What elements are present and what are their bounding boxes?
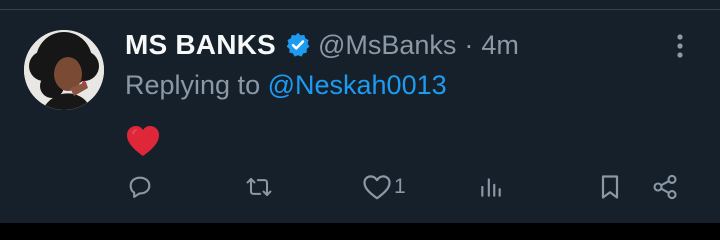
like-count: 1 — [394, 175, 406, 198]
tweet-reply[interactable]: MS BANKS @MsBanks · 4m Replying to @Nesk… — [0, 10, 720, 223]
bookmark-icon — [597, 173, 623, 201]
like-icon — [362, 173, 392, 201]
red-heart-emoji — [125, 123, 161, 159]
share-button[interactable] — [651, 170, 679, 204]
views-button[interactable] — [478, 170, 504, 204]
timestamp[interactable]: 4m — [481, 30, 519, 61]
tweet-actions: 1 — [0, 170, 720, 204]
verified-badge-icon — [284, 31, 312, 59]
handle[interactable]: @MsBanks — [318, 30, 456, 61]
bottom-strip — [0, 223, 720, 240]
replying-to-label: Replying to — [125, 70, 268, 100]
reply-icon — [126, 173, 154, 201]
replied-user-link[interactable]: @Neskah0013 — [268, 70, 447, 100]
tweet-header: MS BANKS @MsBanks · 4m — [125, 27, 519, 63]
display-name[interactable]: MS BANKS — [125, 29, 276, 61]
more-options-icon[interactable] — [666, 32, 694, 60]
avatar[interactable] — [24, 30, 104, 110]
views-icon — [478, 174, 504, 200]
reply-button[interactable] — [126, 170, 154, 204]
retweet-button[interactable] — [243, 170, 275, 204]
bookmark-button[interactable] — [597, 170, 623, 204]
replying-to-line: Replying to @Neskah0013 — [125, 70, 447, 101]
separator-dot: · — [464, 29, 474, 60]
retweet-icon — [243, 173, 275, 201]
share-icon — [651, 173, 679, 201]
like-button[interactable]: 1 — [362, 170, 406, 204]
